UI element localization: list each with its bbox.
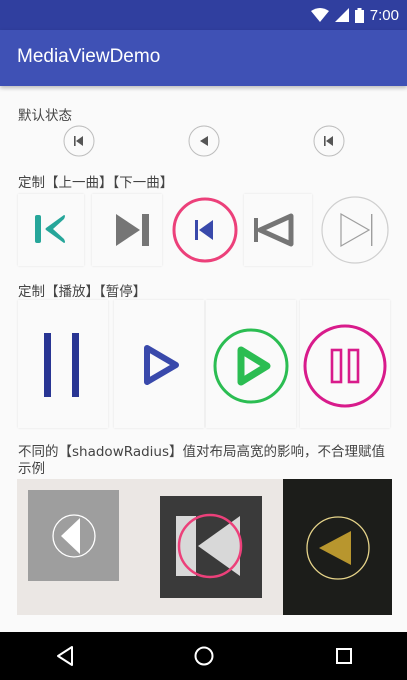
- section-label-prev-next: 定制【上一曲】【下一曲】: [18, 175, 174, 191]
- app-bar: MediaViewDemo: [0, 30, 407, 86]
- recents-button[interactable]: [314, 632, 374, 680]
- play-indigo-icon: [144, 345, 179, 385]
- navigation-bar: [0, 632, 407, 680]
- pause-indigo-icon: [44, 333, 79, 397]
- back-icon: [57, 646, 73, 666]
- prev-pink-icon[interactable]: [172, 512, 248, 580]
- section-label-play-pause: 定制【播放】【暂停】: [18, 284, 147, 300]
- status-time: 7:00: [369, 6, 399, 24]
- recents-icon: [336, 648, 352, 664]
- back-button[interactable]: [35, 632, 95, 680]
- prev-teal-icon: [35, 215, 65, 243]
- section-label-shadow-radius: 不同的【shadowRadius】值对布局高宽的影响，不合理赋值示例: [18, 444, 385, 477]
- home-icon: [194, 646, 214, 666]
- status-bar: 7:00: [0, 0, 407, 30]
- play-indigo-button[interactable]: [114, 300, 204, 428]
- play-green-circle-icon: [213, 328, 289, 404]
- play-gold-icon[interactable]: [303, 513, 373, 583]
- pause-magenta-circle-icon: [303, 324, 387, 408]
- next-gray-icon: [116, 214, 149, 246]
- pause-magenta-button[interactable]: [300, 300, 390, 428]
- app-title: MediaViewDemo: [17, 46, 161, 67]
- next-gray-button[interactable]: [92, 194, 162, 266]
- prev-outline-button[interactable]: [244, 194, 312, 266]
- signal-icon: [334, 8, 349, 22]
- section-label-default: 默认状态: [18, 108, 72, 124]
- home-button[interactable]: [174, 632, 234, 680]
- prev-pink-circle-icon[interactable]: [171, 196, 239, 264]
- play-white-icon[interactable]: [50, 512, 98, 560]
- play-icon[interactable]: [188, 125, 220, 157]
- prev-outline-icon: [254, 213, 294, 247]
- wifi-icon: [310, 8, 329, 22]
- status-icons: 7:00: [310, 0, 399, 30]
- prev-icon[interactable]: [313, 125, 345, 157]
- play-green-button[interactable]: [206, 300, 296, 428]
- next-outline-circle-icon[interactable]: [319, 194, 391, 266]
- pause-indigo-button[interactable]: [18, 300, 108, 428]
- prev-icon[interactable]: [63, 125, 95, 157]
- prev-teal-button[interactable]: [18, 194, 84, 266]
- battery-icon: [354, 7, 364, 23]
